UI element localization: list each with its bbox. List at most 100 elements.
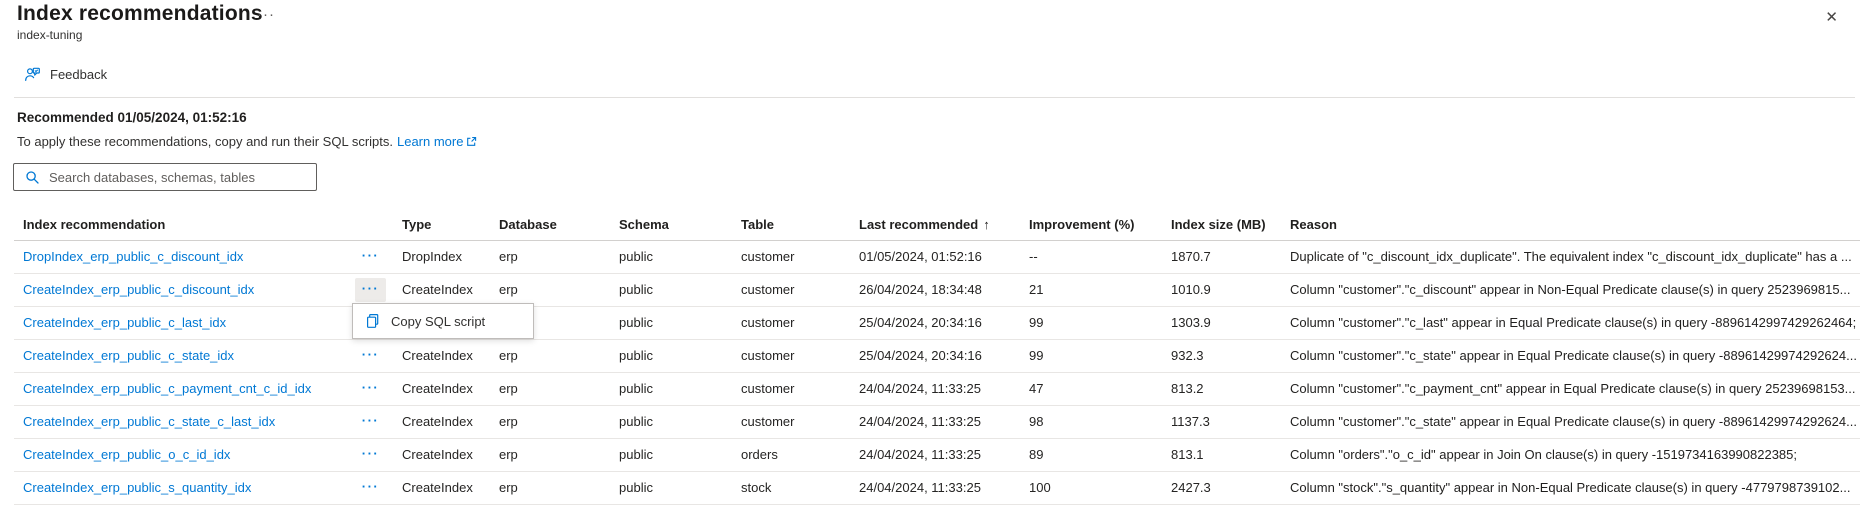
search-icon	[25, 170, 40, 185]
cell-improvement: 100	[1021, 471, 1163, 504]
cell-reason: Column "stock"."s_quantity" appear in No…	[1282, 471, 1860, 504]
cell-type: CreateIndex	[394, 273, 491, 306]
cell-type: DropIndex	[394, 240, 491, 273]
table-row: DropIndex_erp_public_c_discount_idx ··· …	[14, 240, 1860, 273]
index-recommendation-link[interactable]: CreateIndex_erp_public_c_state_idx	[23, 348, 234, 363]
learn-more-link[interactable]: Learn more	[397, 134, 477, 149]
cell-last-recommended: 26/04/2024, 18:34:48	[851, 273, 1021, 306]
cell-index-size: 1137.3	[1163, 405, 1282, 438]
recommendations-grid: Index recommendation Type Database Schem…	[14, 209, 1860, 505]
row-menu-button[interactable]: ···	[355, 443, 387, 467]
row-menu-button[interactable]: ···	[355, 410, 387, 434]
feedback-button[interactable]: Feedback	[14, 62, 117, 87]
cell-reason: Column "customer"."c_last" appear in Equ…	[1282, 306, 1860, 339]
row-context-menu: Copy SQL script	[352, 303, 534, 339]
cell-schema: public	[611, 273, 733, 306]
cell-improvement: 99	[1021, 306, 1163, 339]
index-recommendation-link[interactable]: CreateIndex_erp_public_s_quantity_idx	[23, 480, 251, 495]
cell-reason: Duplicate of "c_discount_idx_duplicate".…	[1282, 240, 1860, 273]
cell-table: customer	[733, 240, 851, 273]
search-input[interactable]	[49, 165, 316, 189]
row-menu-button[interactable]: ···	[355, 344, 387, 368]
table-row: CreateIndex_erp_public_c_last_idx ··· Cr…	[14, 306, 1860, 339]
column-header-reason[interactable]: Reason	[1282, 209, 1860, 240]
index-recommendation-link[interactable]: CreateIndex_erp_public_c_last_idx	[23, 315, 226, 330]
column-header-last-recommended[interactable]: Last recommended↑	[851, 209, 1021, 240]
table-row: CreateIndex_erp_public_c_discount_idx ··…	[14, 273, 1860, 306]
column-header-improvement[interactable]: Improvement (%)	[1021, 209, 1163, 240]
row-menu-button[interactable]: ···	[355, 278, 387, 302]
table-row: CreateIndex_erp_public_c_state_c_last_id…	[14, 405, 1860, 438]
cell-schema: public	[611, 372, 733, 405]
cell-table: stock	[733, 471, 851, 504]
cell-reason: Column "customer"."c_payment_cnt" appear…	[1282, 372, 1860, 405]
column-header-table[interactable]: Table	[733, 209, 851, 240]
cell-type: CreateIndex	[394, 372, 491, 405]
cell-table: customer	[733, 273, 851, 306]
cell-last-recommended: 24/04/2024, 11:33:25	[851, 372, 1021, 405]
apply-instructions-text: To apply these recommendations, copy and…	[17, 134, 393, 149]
row-menu-button[interactable]: ···	[355, 377, 387, 401]
cell-index-size: 813.1	[1163, 438, 1282, 471]
cell-database: erp	[491, 240, 611, 273]
table-row: CreateIndex_erp_public_s_quantity_idx ··…	[14, 471, 1860, 504]
index-recommendation-link[interactable]: CreateIndex_erp_public_c_discount_idx	[23, 282, 254, 297]
cell-index-recommendation: CreateIndex_erp_public_o_c_id_idx	[14, 438, 347, 471]
row-menu-button[interactable]: ···	[355, 476, 387, 500]
index-recommendation-link[interactable]: CreateIndex_erp_public_c_payment_cnt_c_i…	[23, 381, 311, 396]
cell-database: erp	[491, 405, 611, 438]
cell-schema: public	[611, 339, 733, 372]
cell-index-recommendation: CreateIndex_erp_public_c_state_c_last_id…	[14, 405, 347, 438]
cell-last-recommended: 25/04/2024, 20:34:16	[851, 306, 1021, 339]
cell-index-size: 813.2	[1163, 372, 1282, 405]
cell-type: CreateIndex	[394, 471, 491, 504]
cell-index-recommendation: CreateIndex_erp_public_s_quantity_idx	[14, 471, 347, 504]
index-recommendation-link[interactable]: DropIndex_erp_public_c_discount_idx	[23, 249, 243, 264]
cell-last-recommended: 24/04/2024, 11:33:25	[851, 471, 1021, 504]
cell-row-menu: ···	[347, 405, 394, 438]
cell-database: erp	[491, 471, 611, 504]
cell-row-menu: ···	[347, 372, 394, 405]
page-subtitle: index-tuning	[17, 28, 82, 42]
index-recommendation-link[interactable]: CreateIndex_erp_public_c_state_c_last_id…	[23, 414, 275, 429]
cell-type: CreateIndex	[394, 405, 491, 438]
cell-index-size: 1303.9	[1163, 306, 1282, 339]
cell-type: CreateIndex	[394, 438, 491, 471]
copy-sql-script-label: Copy SQL script	[391, 314, 485, 329]
index-recommendation-link[interactable]: CreateIndex_erp_public_o_c_id_idx	[23, 447, 230, 462]
search-box	[13, 163, 317, 191]
cell-index-size: 1010.9	[1163, 273, 1282, 306]
title-more-menu-button[interactable]: ···	[253, 4, 279, 25]
cell-type: CreateIndex	[394, 339, 491, 372]
row-menu-button[interactable]: ···	[355, 245, 387, 269]
grid-header-row: Index recommendation Type Database Schem…	[14, 209, 1860, 240]
cell-index-recommendation: CreateIndex_erp_public_c_last_idx	[14, 306, 347, 339]
column-header-type[interactable]: Type	[394, 209, 491, 240]
cell-last-recommended: 25/04/2024, 20:34:16	[851, 339, 1021, 372]
column-header-database[interactable]: Database	[491, 209, 611, 240]
cell-reason: Column "customer"."c_state" appear in Eq…	[1282, 405, 1860, 438]
column-header-index-recommendation[interactable]: Index recommendation	[14, 209, 347, 240]
cell-row-menu: ···	[347, 240, 394, 273]
page-title: Index recommendations	[17, 2, 263, 26]
cell-database: erp	[491, 273, 611, 306]
apply-instructions: To apply these recommendations, copy and…	[17, 134, 477, 149]
cell-improvement: 98	[1021, 405, 1163, 438]
cell-row-menu: ···	[347, 438, 394, 471]
cell-table: customer	[733, 339, 851, 372]
column-header-schema[interactable]: Schema	[611, 209, 733, 240]
cell-last-recommended: 24/04/2024, 11:33:25	[851, 405, 1021, 438]
close-icon[interactable]: ✕	[1820, 6, 1843, 28]
table-row: CreateIndex_erp_public_c_state_idx ··· C…	[14, 339, 1860, 372]
command-bar-divider	[14, 97, 1855, 98]
cell-database: erp	[491, 372, 611, 405]
column-header-index-size[interactable]: Index size (MB)	[1163, 209, 1282, 240]
feedback-icon	[24, 66, 41, 83]
cell-improvement: --	[1021, 240, 1163, 273]
cell-table: customer	[733, 405, 851, 438]
cell-index-recommendation: CreateIndex_erp_public_c_discount_idx	[14, 273, 347, 306]
cell-table: customer	[733, 372, 851, 405]
cell-index-size: 2427.3	[1163, 471, 1282, 504]
copy-sql-script-menu-item[interactable]: Copy SQL script	[353, 304, 533, 338]
cell-row-menu: ···	[347, 339, 394, 372]
